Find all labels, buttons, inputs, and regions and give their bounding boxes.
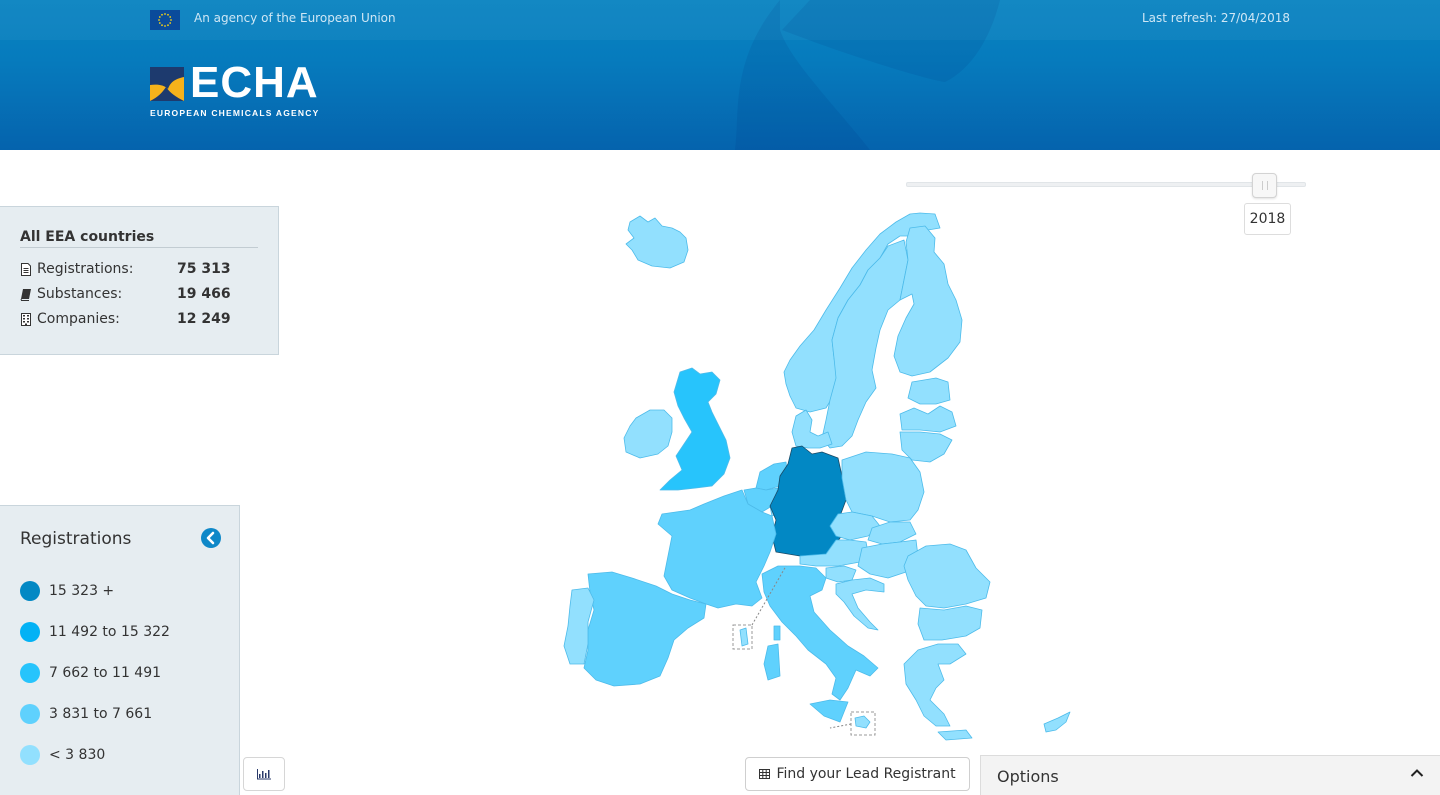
- country-cyprus[interactable]: [1043, 711, 1071, 733]
- country-latvia[interactable]: [899, 405, 957, 433]
- lead-registrant-label: Find your Lead Registrant: [776, 766, 956, 782]
- country-slovenia[interactable]: [825, 565, 857, 583]
- country-romania[interactable]: [903, 543, 991, 609]
- options-panel-toggle[interactable]: Options: [980, 755, 1440, 795]
- chevron-up-icon: [1410, 769, 1424, 777]
- country-bulgaria[interactable]: [917, 605, 983, 641]
- country-estonia[interactable]: [907, 377, 951, 405]
- country-malta[interactable]: [854, 715, 871, 729]
- country-poland[interactable]: [841, 451, 925, 523]
- options-label: Options: [997, 767, 1059, 786]
- country-croatia[interactable]: [835, 577, 885, 631]
- country-ireland[interactable]: [623, 409, 673, 459]
- country-iceland[interactable]: [625, 215, 689, 269]
- table-icon: [759, 769, 771, 779]
- country-liechtenstein[interactable]: [739, 627, 749, 647]
- country-greece[interactable]: [903, 643, 973, 741]
- find-lead-registrant-button[interactable]: Find your Lead Registrant: [745, 757, 970, 791]
- inset-leader-line: [829, 723, 852, 729]
- europe-map: [563, 212, 1071, 741]
